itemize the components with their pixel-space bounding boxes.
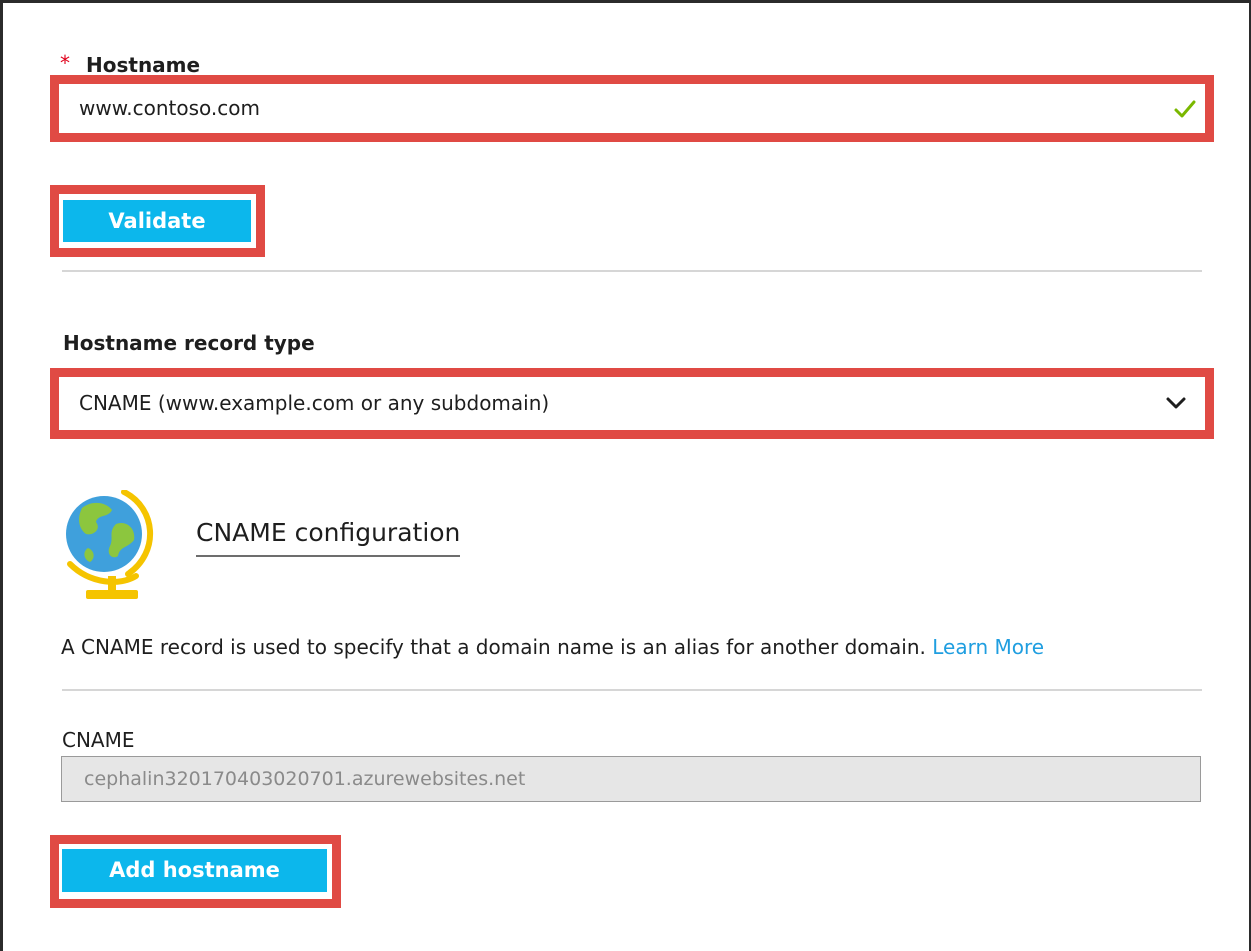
cname-description-text: A CNAME record is used to specify that a…	[61, 635, 926, 659]
cname-label: CNAME	[62, 728, 135, 752]
record-type-select[interactable]: CNAME (www.example.com or any subdomain)	[62, 381, 1200, 425]
required-marker: *	[60, 51, 70, 75]
divider	[62, 270, 1202, 272]
checkmark-icon	[1172, 96, 1198, 122]
hostname-input[interactable]	[62, 88, 1200, 128]
globe-icon	[62, 489, 158, 602]
learn-more-link[interactable]: Learn More	[932, 635, 1044, 659]
cname-description: A CNAME record is used to specify that a…	[61, 634, 1044, 660]
validate-button[interactable]: Validate	[63, 200, 251, 242]
record-type-selected: CNAME (www.example.com or any subdomain)	[79, 391, 550, 415]
chevron-down-icon[interactable]	[1165, 395, 1187, 411]
window-frame	[0, 0, 1251, 951]
hostname-label: Hostname	[86, 53, 201, 77]
cname-value-field: cephalin320170403020701.azurewebsites.ne…	[61, 756, 1201, 802]
add-hostname-button[interactable]: Add hostname	[62, 849, 327, 892]
record-type-label: Hostname record type	[63, 331, 315, 355]
cname-configuration-title[interactable]: CNAME configuration	[196, 517, 461, 557]
divider	[62, 689, 1202, 691]
